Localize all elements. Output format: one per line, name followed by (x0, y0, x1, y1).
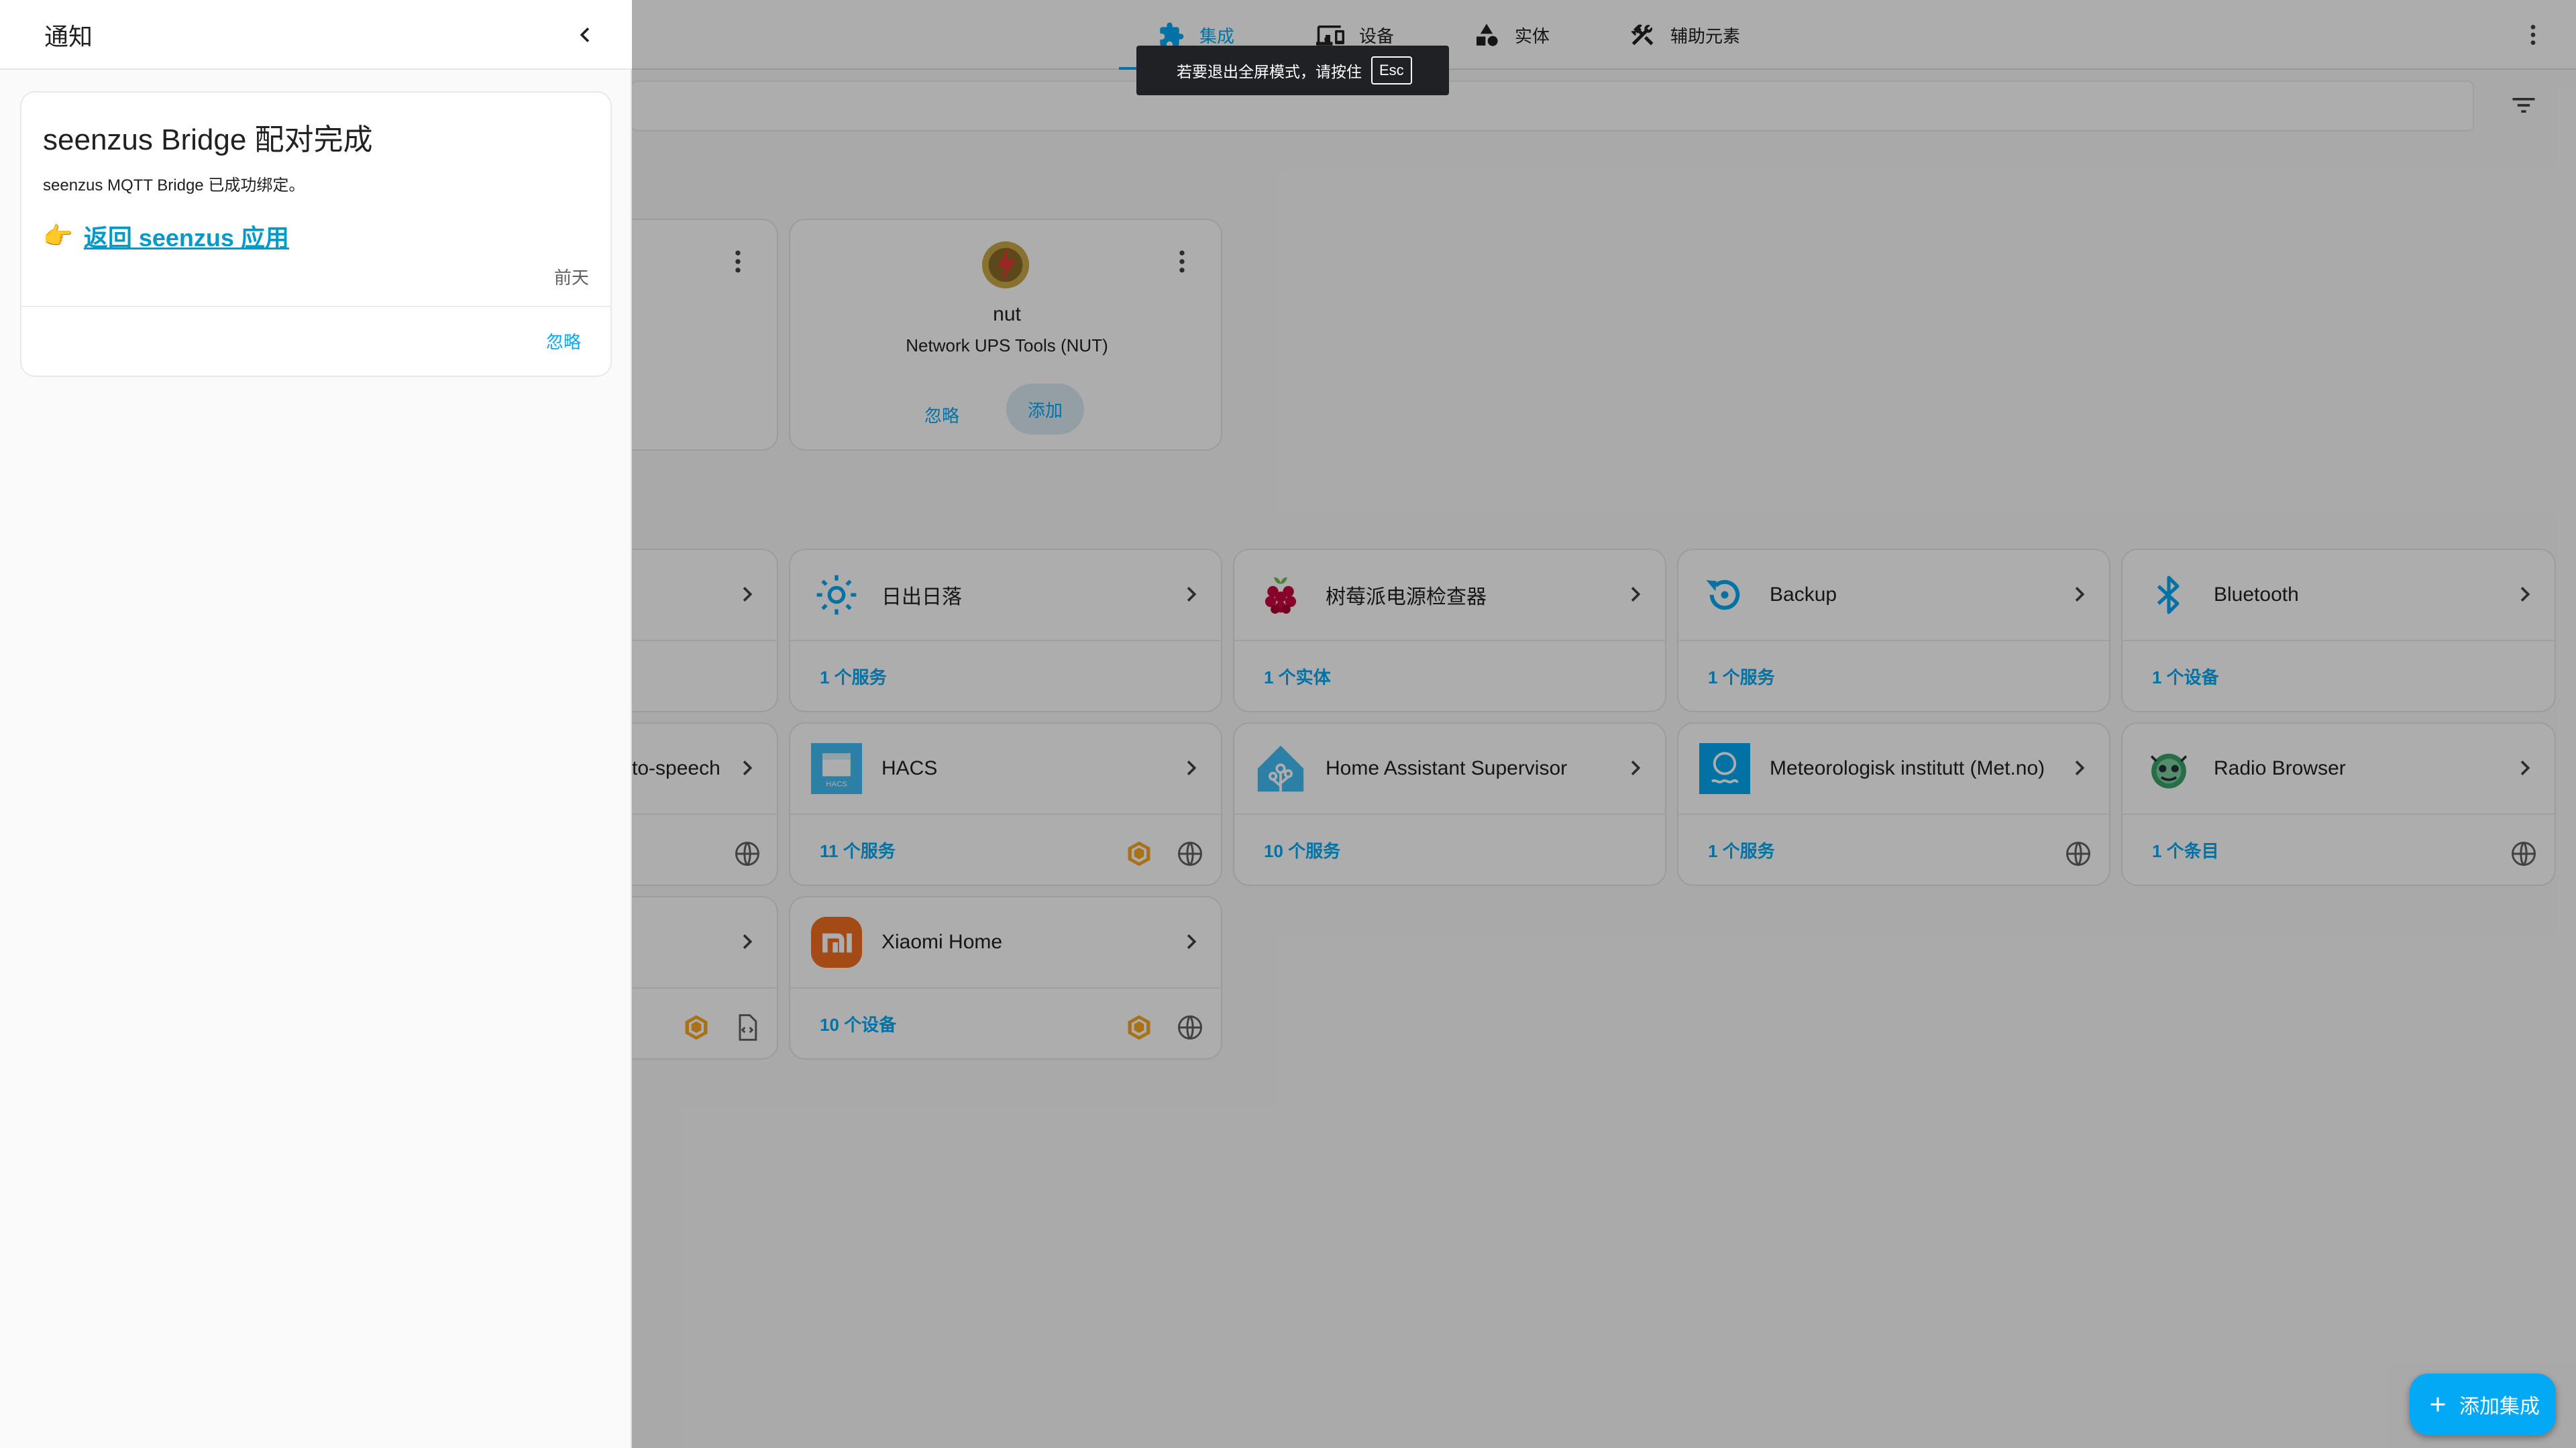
notification-message: seenzus MQTT Bridge 已成功绑定。 (43, 176, 305, 194)
drawer-header (0, 0, 632, 70)
drawer-title: 通知 (44, 23, 93, 50)
fullscreen-toast: 若要退出全屏模式，请按住 Esc (1136, 46, 1449, 95)
divider (21, 306, 610, 307)
add-integration-button[interactable]: 添加集成 (2410, 1374, 2556, 1435)
notification-title: seenzus Bridge 配对完成 (43, 123, 373, 156)
pointing-hand-icon: 👉 (43, 222, 73, 249)
fab-label: 添加集成 (2459, 1396, 2540, 1418)
notification-drawer: 通知 seenzus Bridge 配对完成 seenzus MQTT Brid… (0, 0, 632, 1448)
dismiss-button[interactable]: 忽略 (546, 329, 581, 353)
plus-icon (2430, 1397, 2445, 1412)
toast-text: 若要退出全屏模式，请按住 (1177, 63, 1362, 80)
chevron-left-icon (580, 27, 590, 42)
esc-key-badge: Esc (1371, 56, 1412, 85)
notification-card: seenzus Bridge 配对完成 seenzus MQTT Bridge … (20, 91, 612, 377)
notification-link-row: 👉 返回 seenzus 应用 (43, 219, 289, 254)
return-app-link[interactable]: 返回 seenzus 应用 (84, 219, 289, 254)
close-drawer-button[interactable] (570, 20, 600, 50)
notification-timestamp: 前天 (553, 268, 589, 288)
